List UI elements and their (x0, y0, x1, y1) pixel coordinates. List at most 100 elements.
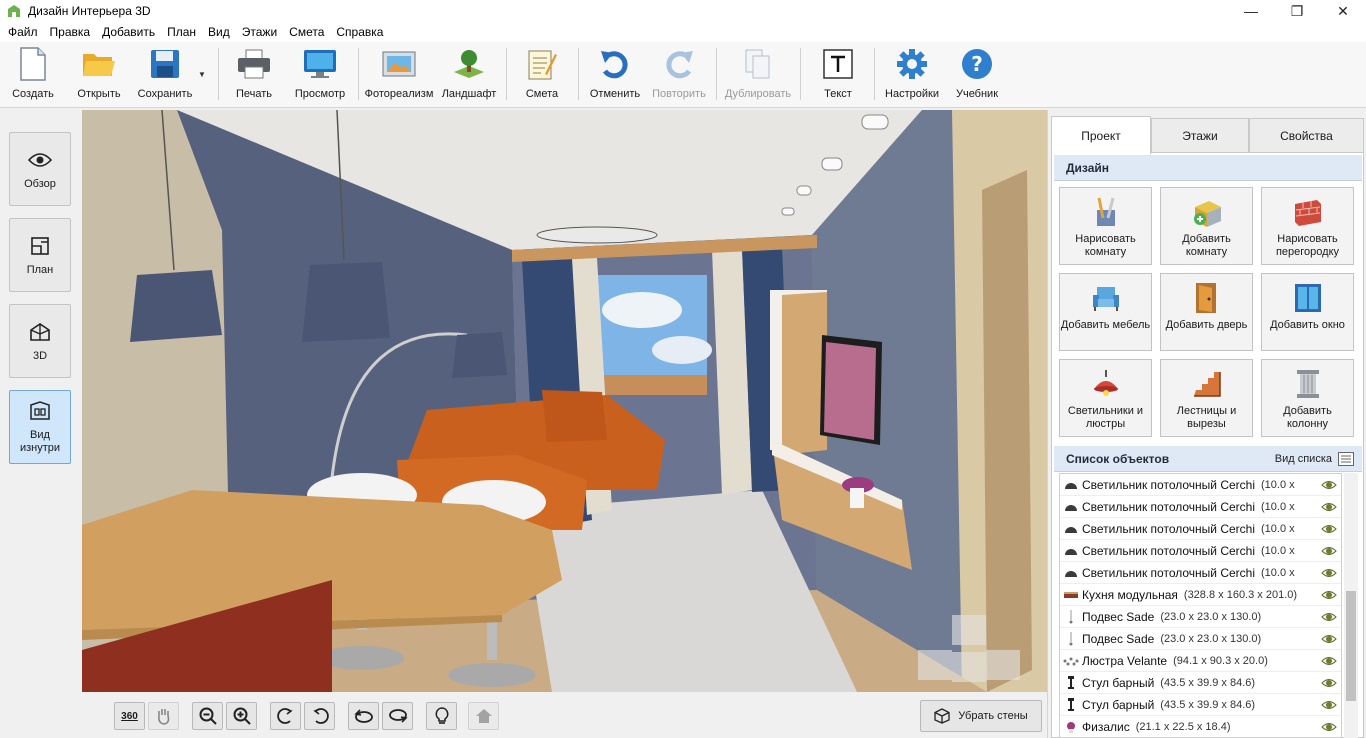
visibility-eye-icon[interactable] (1321, 676, 1337, 690)
rotate-right-button[interactable] (304, 702, 335, 730)
visibility-eye-icon[interactable] (1321, 720, 1337, 734)
pendant-icon (1060, 631, 1082, 646)
list-item[interactable]: Светильник потолочный Cerchi (10.0 x (1060, 540, 1341, 562)
add-window-button[interactable]: Добавить окно (1261, 273, 1354, 351)
visibility-eye-icon[interactable] (1321, 566, 1337, 580)
print-button[interactable]: Печать (232, 46, 276, 104)
visibility-eye-icon[interactable] (1321, 478, 1337, 492)
list-item[interactable]: Светильник потолочный Cerchi (10.0 x (1060, 562, 1341, 584)
toolbar-separator (716, 48, 717, 100)
close-button[interactable]: ✕ (1320, 0, 1366, 22)
ceiling-lamp-icon (1090, 368, 1122, 400)
list-view-toggle[interactable]: Вид списка (1275, 446, 1354, 472)
tab-floors[interactable]: Этажи (1151, 118, 1249, 152)
brick-wall-icon (1292, 196, 1324, 228)
bar-stool-icon (1060, 675, 1082, 690)
mode-3d-button[interactable]: 3D (9, 304, 71, 378)
visibility-eye-icon[interactable] (1321, 522, 1337, 536)
list-item[interactable]: Подвес Sade (23.0 x 23.0 x 130.0) (1060, 606, 1341, 628)
zoom-out-icon (199, 707, 217, 725)
add-door-button[interactable]: Добавить дверь (1160, 273, 1253, 351)
photorealism-button[interactable]: Фотореализм (364, 46, 434, 104)
eye-icon (28, 148, 52, 172)
visibility-eye-icon[interactable] (1321, 500, 1337, 514)
rotate-360-label: 360 (121, 710, 138, 722)
landscape-button[interactable]: Ландшафт (440, 46, 498, 104)
estimate-button[interactable]: Смета (522, 46, 562, 104)
undo-button[interactable]: Отменить (588, 46, 642, 104)
draw-room-button[interactable]: Нарисовать комнату (1059, 187, 1152, 265)
stairs-cutouts-button[interactable]: Лестницы и вырезы (1160, 359, 1253, 437)
visibility-eye-icon[interactable] (1321, 588, 1337, 602)
menu-file[interactable]: Файл (2, 22, 44, 42)
save-dropdown-arrow-icon[interactable]: ▼ (198, 70, 206, 79)
ceiling-light-icon (1060, 545, 1082, 557)
tilt-up-button[interactable] (348, 702, 379, 730)
preview-button[interactable]: Просмотр (292, 46, 348, 104)
text-button[interactable]: Текст (818, 46, 858, 104)
list-item[interactable]: Светильник потолочный Cerchi (10.0 x (1060, 518, 1341, 540)
create-button[interactable]: Создать (10, 46, 56, 104)
scrollbar-thumb[interactable] (1346, 591, 1356, 701)
minimize-button[interactable]: — (1228, 0, 1274, 22)
menu-help[interactable]: Справка (330, 22, 389, 42)
tilt-down-button[interactable] (382, 702, 413, 730)
list-item[interactable]: Кухня модульная (328.8 x 160.3 x 201.0) (1060, 584, 1341, 606)
visibility-eye-icon[interactable] (1321, 610, 1337, 624)
open-button[interactable]: Открыть (74, 46, 124, 104)
duplicate-button[interactable]: Дублировать (722, 46, 794, 104)
save-button[interactable]: Сохранить (136, 46, 194, 104)
list-item[interactable]: Физалис (21.1 x 22.5 x 18.4) (1060, 716, 1341, 737)
objects-list[interactable]: Светильник потолочный Cerchi (10.0 x Све… (1059, 473, 1342, 738)
add-column-button[interactable]: Добавить колонну (1261, 359, 1354, 437)
list-item[interactable]: Стул барный (43.5 x 39.9 x 84.6) (1060, 694, 1341, 716)
menu-add[interactable]: Добавить (96, 22, 161, 42)
add-furniture-button[interactable]: Добавить мебель (1059, 273, 1152, 351)
rotate-360-button[interactable]: 360 (114, 702, 145, 730)
3d-viewport[interactable] (82, 110, 1047, 692)
notepad-pencil-icon (524, 46, 560, 82)
menu-estimate[interactable]: Смета (283, 22, 330, 42)
menu-view[interactable]: Вид (202, 22, 236, 42)
undo-arrow-icon (597, 46, 633, 82)
settings-button[interactable]: Настройки (882, 46, 942, 104)
remove-walls-button[interactable]: Убрать стены (920, 700, 1042, 732)
visibility-eye-icon[interactable] (1321, 698, 1337, 712)
window-icon (1292, 282, 1324, 314)
visibility-eye-icon[interactable] (1321, 544, 1337, 558)
list-item[interactable]: Стул барный (43.5 x 39.9 x 84.6) (1060, 672, 1341, 694)
menu-plan[interactable]: План (161, 22, 202, 42)
lights-chandeliers-button[interactable]: Светильники и люстры (1059, 359, 1152, 437)
list-item[interactable]: Люстра Velante (94.1 x 90.3 x 20.0) (1060, 650, 1341, 672)
pan-hand-button[interactable] (148, 702, 179, 730)
folder-icon (81, 46, 117, 82)
menu-edit[interactable]: Правка (44, 22, 97, 42)
tab-project[interactable]: Проект (1051, 116, 1151, 154)
list-item[interactable]: Светильник потолочный Cerchi (10.0 x (1060, 474, 1341, 496)
menu-floors[interactable]: Этажи (236, 22, 283, 42)
mode-overview-button[interactable]: Обзор (9, 132, 71, 206)
zoom-in-button[interactable] (226, 702, 257, 730)
list-item[interactable]: Подвес Sade (23.0 x 23.0 x 130.0) (1060, 628, 1341, 650)
lighting-button[interactable] (426, 702, 457, 730)
floppy-disk-icon (147, 46, 183, 82)
list-item[interactable]: Светильник потолочный Cerchi (10.0 x (1060, 496, 1341, 518)
visibility-eye-icon[interactable] (1321, 654, 1337, 668)
text-t-icon (820, 46, 856, 82)
mode-inside-view-button[interactable]: Вид изнутри (9, 390, 71, 464)
zoom-out-button[interactable] (192, 702, 223, 730)
home-view-button[interactable] (468, 702, 499, 730)
objects-list-scrollbar[interactable] (1344, 473, 1358, 738)
tab-properties[interactable]: Свойства (1249, 118, 1364, 152)
armchair-icon (1090, 282, 1122, 314)
rotate-left-button[interactable] (270, 702, 301, 730)
column-icon (1292, 368, 1324, 400)
tutorial-button[interactable]: ? Учебник (952, 46, 1002, 104)
ceiling-light-icon (1060, 567, 1082, 579)
draw-partition-button[interactable]: Нарисовать перегородку (1261, 187, 1354, 265)
add-room-button[interactable]: Добавить комнату (1160, 187, 1253, 265)
visibility-eye-icon[interactable] (1321, 632, 1337, 646)
redo-button[interactable]: Повторить (650, 46, 708, 104)
mode-plan-button[interactable]: План (9, 218, 71, 292)
maximize-button[interactable]: ❐ (1274, 0, 1320, 22)
